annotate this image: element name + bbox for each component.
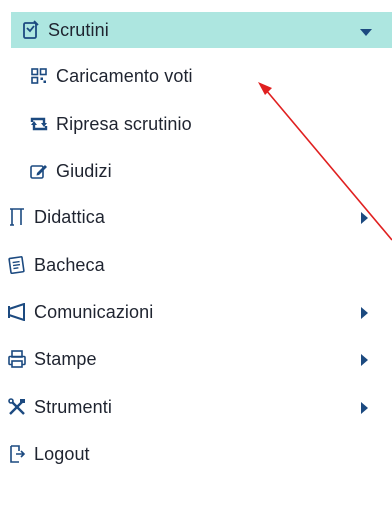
sidebar-item-label: Giudizi: [56, 161, 112, 181]
chevron-right-icon[interactable]: [361, 353, 371, 366]
sidebar-item-strumenti[interactable]: Strumenti: [0, 389, 392, 425]
sidebar-item-stampe[interactable]: Stampe: [0, 341, 392, 377]
edit-icon: [28, 160, 50, 182]
sidebar-item-comunicazioni[interactable]: Comunicazioni: [0, 294, 392, 330]
chevron-right-icon[interactable]: [361, 401, 371, 414]
tools-icon: [6, 396, 28, 418]
retweet-icon: [28, 113, 50, 135]
sidebar-item-label: Caricamento voti: [56, 66, 193, 86]
sidebar-item-label: Bacheca: [34, 255, 105, 275]
sidebar-item-label: Strumenti: [34, 397, 112, 417]
sidebar-subitem-caricamento-voti[interactable]: Caricamento voti: [0, 58, 392, 94]
sidebar-subitem-ripresa-scrutinio[interactable]: Ripresa scrutinio: [0, 106, 392, 142]
sidebar-item-label: Ripresa scrutinio: [56, 114, 192, 134]
logout-icon: [6, 443, 28, 465]
sidebar-item-label: Stampe: [34, 349, 97, 369]
chevron-right-icon[interactable]: [361, 306, 371, 319]
grid-icon: [28, 65, 50, 87]
sidebar-item-label: Logout: [34, 444, 90, 464]
chevron-right-icon[interactable]: [361, 211, 371, 224]
chevron-down-icon[interactable]: [360, 24, 372, 36]
sidebar-item-label: Scrutini: [48, 20, 109, 40]
sidebar-item-bacheca[interactable]: Bacheca: [0, 247, 392, 283]
sidebar-item-scrutini[interactable]: Scrutini: [11, 12, 392, 48]
sidebar-item-label: Comunicazioni: [34, 302, 154, 322]
sidebar-subitem-giudizi[interactable]: Giudizi: [0, 153, 392, 189]
sidebar-item-label: Didattica: [34, 207, 105, 227]
megaphone-icon: [6, 301, 28, 323]
sidebar-item-didattica[interactable]: Didattica: [0, 199, 392, 235]
didattica-icon: [6, 206, 28, 228]
sidebar-item-logout[interactable]: Logout: [0, 436, 392, 472]
scrutini-icon: [20, 19, 42, 41]
bacheca-icon: [6, 254, 28, 276]
printer-icon: [6, 348, 28, 370]
